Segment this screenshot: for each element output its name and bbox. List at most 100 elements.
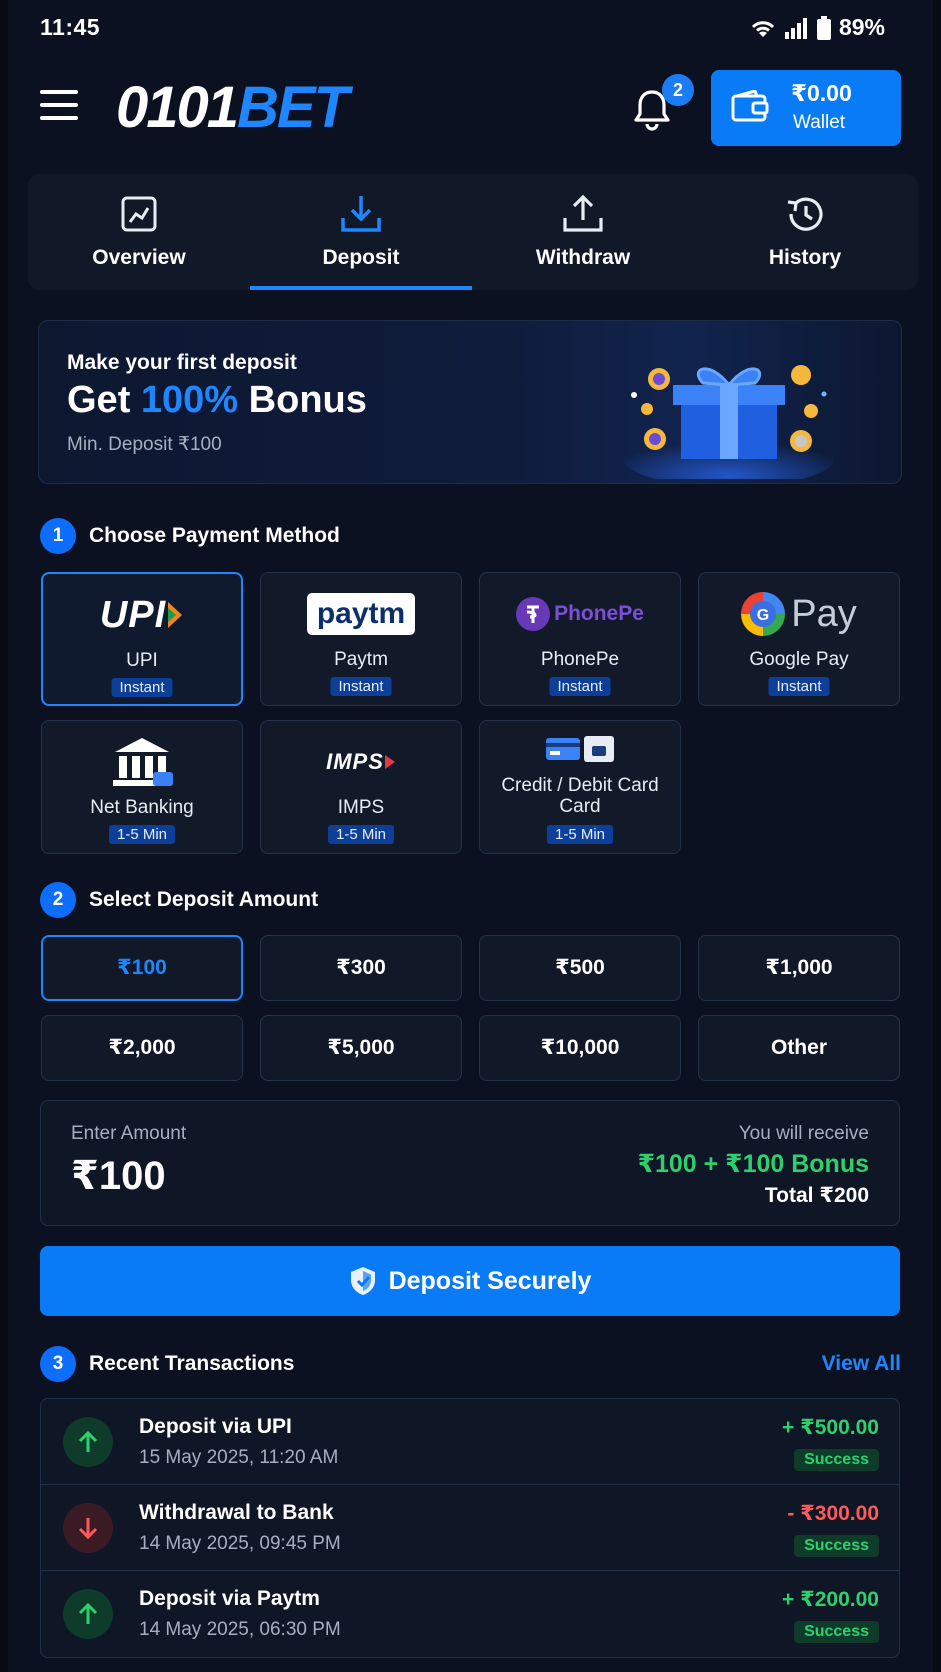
payment-method-name: Paytm [334,649,388,670]
transaction-date: 14 May 2025, 09:45 PM [139,1533,341,1554]
amount-option-2000[interactable]: ₹2,000 [41,1015,243,1081]
menu-button[interactable] [40,90,78,122]
imps-logo: IMPS [261,739,461,785]
upload-icon [563,194,603,232]
transaction-amount: - ₹300.00 [787,1502,879,1525]
payment-method-imps[interactable]: IMPS IMPS 1-5 Min [260,720,462,854]
gift-box-icon [624,365,834,479]
payment-method-name: PhonePe [540,649,620,670]
tab-withdraw[interactable]: Withdraw [472,174,694,290]
bank-icon [113,738,173,786]
wallet-balance: ₹0.00 [791,80,852,106]
transaction-row[interactable]: Withdrawal to Bank 14 May 2025, 09:45 PM… [41,1485,899,1571]
amount-option-500[interactable]: ₹500 [479,935,681,1001]
payment-method-badge: Instant [111,678,173,697]
googlepay-logo-text: Pay [791,592,857,635]
paytm-logo-text: paytm [306,593,416,635]
recent-transactions-header: 3 Recent Transactions [40,1346,294,1382]
receive-value: ₹100 + ₹100 Bonus [637,1150,869,1178]
status-badge: Success [794,1535,879,1557]
payment-method-badge: 1-5 Min [327,825,395,844]
tab-label: Overview [92,246,186,269]
wallet-icon [731,90,769,122]
phonepe-logo: PhonePe [480,591,680,637]
active-tab-indicator [250,286,472,290]
app-screen: 11:45 89% 0101BET 2 ₹0.00 Wallet Overvie… [8,0,933,1672]
download-icon [341,196,381,232]
transaction-title: Deposit via Paytm [139,1587,320,1610]
logo-part1: 0101 [116,75,239,140]
transaction-list: Deposit via UPI 15 May 2025, 11:20 AM + … [40,1398,900,1658]
transaction-date: 15 May 2025, 11:20 AM [139,1447,339,1468]
overview-icon [121,196,157,232]
section-title: Select Deposit Amount [89,888,319,911]
transaction-date: 14 May 2025, 06:30 PM [139,1619,341,1640]
menu-icon-bar [40,116,78,120]
payment-method-googlepay[interactable]: G Pay Google Pay Instant [698,572,900,706]
payment-method-name: IMPS [337,797,385,818]
paytm-logo: paytm [261,591,461,637]
banner-subtitle: Make your first deposit [67,351,297,374]
tab-history[interactable]: History [694,174,916,290]
amount-option-300[interactable]: ₹300 [260,935,462,1001]
amount-option-1000[interactable]: ₹1,000 [698,935,900,1001]
arrow-down-icon [63,1503,113,1553]
transaction-row[interactable]: Deposit via UPI 15 May 2025, 11:20 AM + … [41,1399,899,1485]
transaction-row[interactable]: Deposit via Paytm 14 May 2025, 06:30 PM … [41,1571,899,1657]
section-title: Recent Transactions [89,1352,295,1375]
payment-method-paytm[interactable]: paytm Paytm Instant [260,572,462,706]
payment-method-name: Credit / Debit Card Card [501,775,659,817]
transaction-title: Deposit via UPI [139,1415,292,1438]
payment-method-name: UPI [126,650,158,671]
tab-bar: Overview Deposit Withdraw History [28,174,918,290]
payment-method-badge: 1-5 Min [546,825,614,844]
banner-title: Get 100% Bonus [67,379,367,422]
section-title: Choose Payment Method [89,524,340,547]
brand-logo[interactable]: 0101BET [116,74,349,141]
wallet-button[interactable]: ₹0.00 Wallet [711,70,901,146]
status-icons: 89% [749,14,885,41]
logo-part2: BET [237,75,349,140]
payment-method-netbanking[interactable]: Net Banking 1-5 Min [41,720,243,854]
amount-input-label: Enter Amount [71,1123,187,1144]
signal-icon [784,17,807,39]
tab-overview[interactable]: Overview [28,174,250,290]
step-number: 2 [40,882,76,918]
bonus-banner[interactable]: Make your first deposit Get 100% Bonus M… [38,320,902,484]
battery-icon [816,15,831,40]
banner-min-deposit: Min. Deposit ₹100 [67,434,222,455]
receive-total: Total ₹200 [764,1184,869,1207]
tab-deposit[interactable]: Deposit [250,174,472,290]
deposit-button[interactable]: Deposit Securely [40,1246,900,1316]
banner-title-pre: Get [67,379,141,421]
status-bar: 11:45 89% [8,0,933,56]
payment-method-upi[interactable]: UPI UPI Instant [41,572,243,706]
menu-icon [40,90,78,94]
transaction-amount: + ₹500.00 [782,1416,879,1439]
banner-title-accent: 100% [140,379,239,421]
amount-option-10000[interactable]: ₹10,000 [479,1015,681,1081]
step-number: 1 [40,518,76,554]
payment-method-phonepe[interactable]: PhonePe PhonePe Instant [479,572,681,706]
upi-logo: UPI [43,592,241,638]
transaction-amount: + ₹200.00 [782,1588,879,1611]
amount-input-value[interactable]: ₹100 [71,1153,166,1199]
app-header: 0101BET 2 ₹0.00 Wallet [8,60,933,160]
payment-method-badge: Instant [330,677,392,696]
transaction-title: Withdrawal to Bank [139,1501,334,1524]
amount-option-other[interactable]: Other [698,1015,900,1081]
banner-title-post: Bonus [238,379,367,421]
view-all-link[interactable]: View All [822,1352,901,1376]
payment-method-badge: Instant [549,677,611,696]
amount-option-100[interactable]: ₹100 [41,935,243,1001]
history-icon [787,197,823,231]
amount-input-card[interactable]: Enter Amount ₹100 You will receive ₹100 … [40,1100,900,1226]
receive-label: You will receive [738,1123,869,1144]
payment-method-card[interactable]: Credit / Debit Card Card 1-5 Min [479,720,681,854]
deposit-button-label: Deposit Securely [388,1266,592,1295]
amount-option-5000[interactable]: ₹5,000 [260,1015,462,1081]
phonepe-icon [516,597,551,631]
imps-arrow-icon [384,755,395,769]
arrow-up-icon [63,1417,113,1467]
menu-icon-bar [40,103,78,107]
